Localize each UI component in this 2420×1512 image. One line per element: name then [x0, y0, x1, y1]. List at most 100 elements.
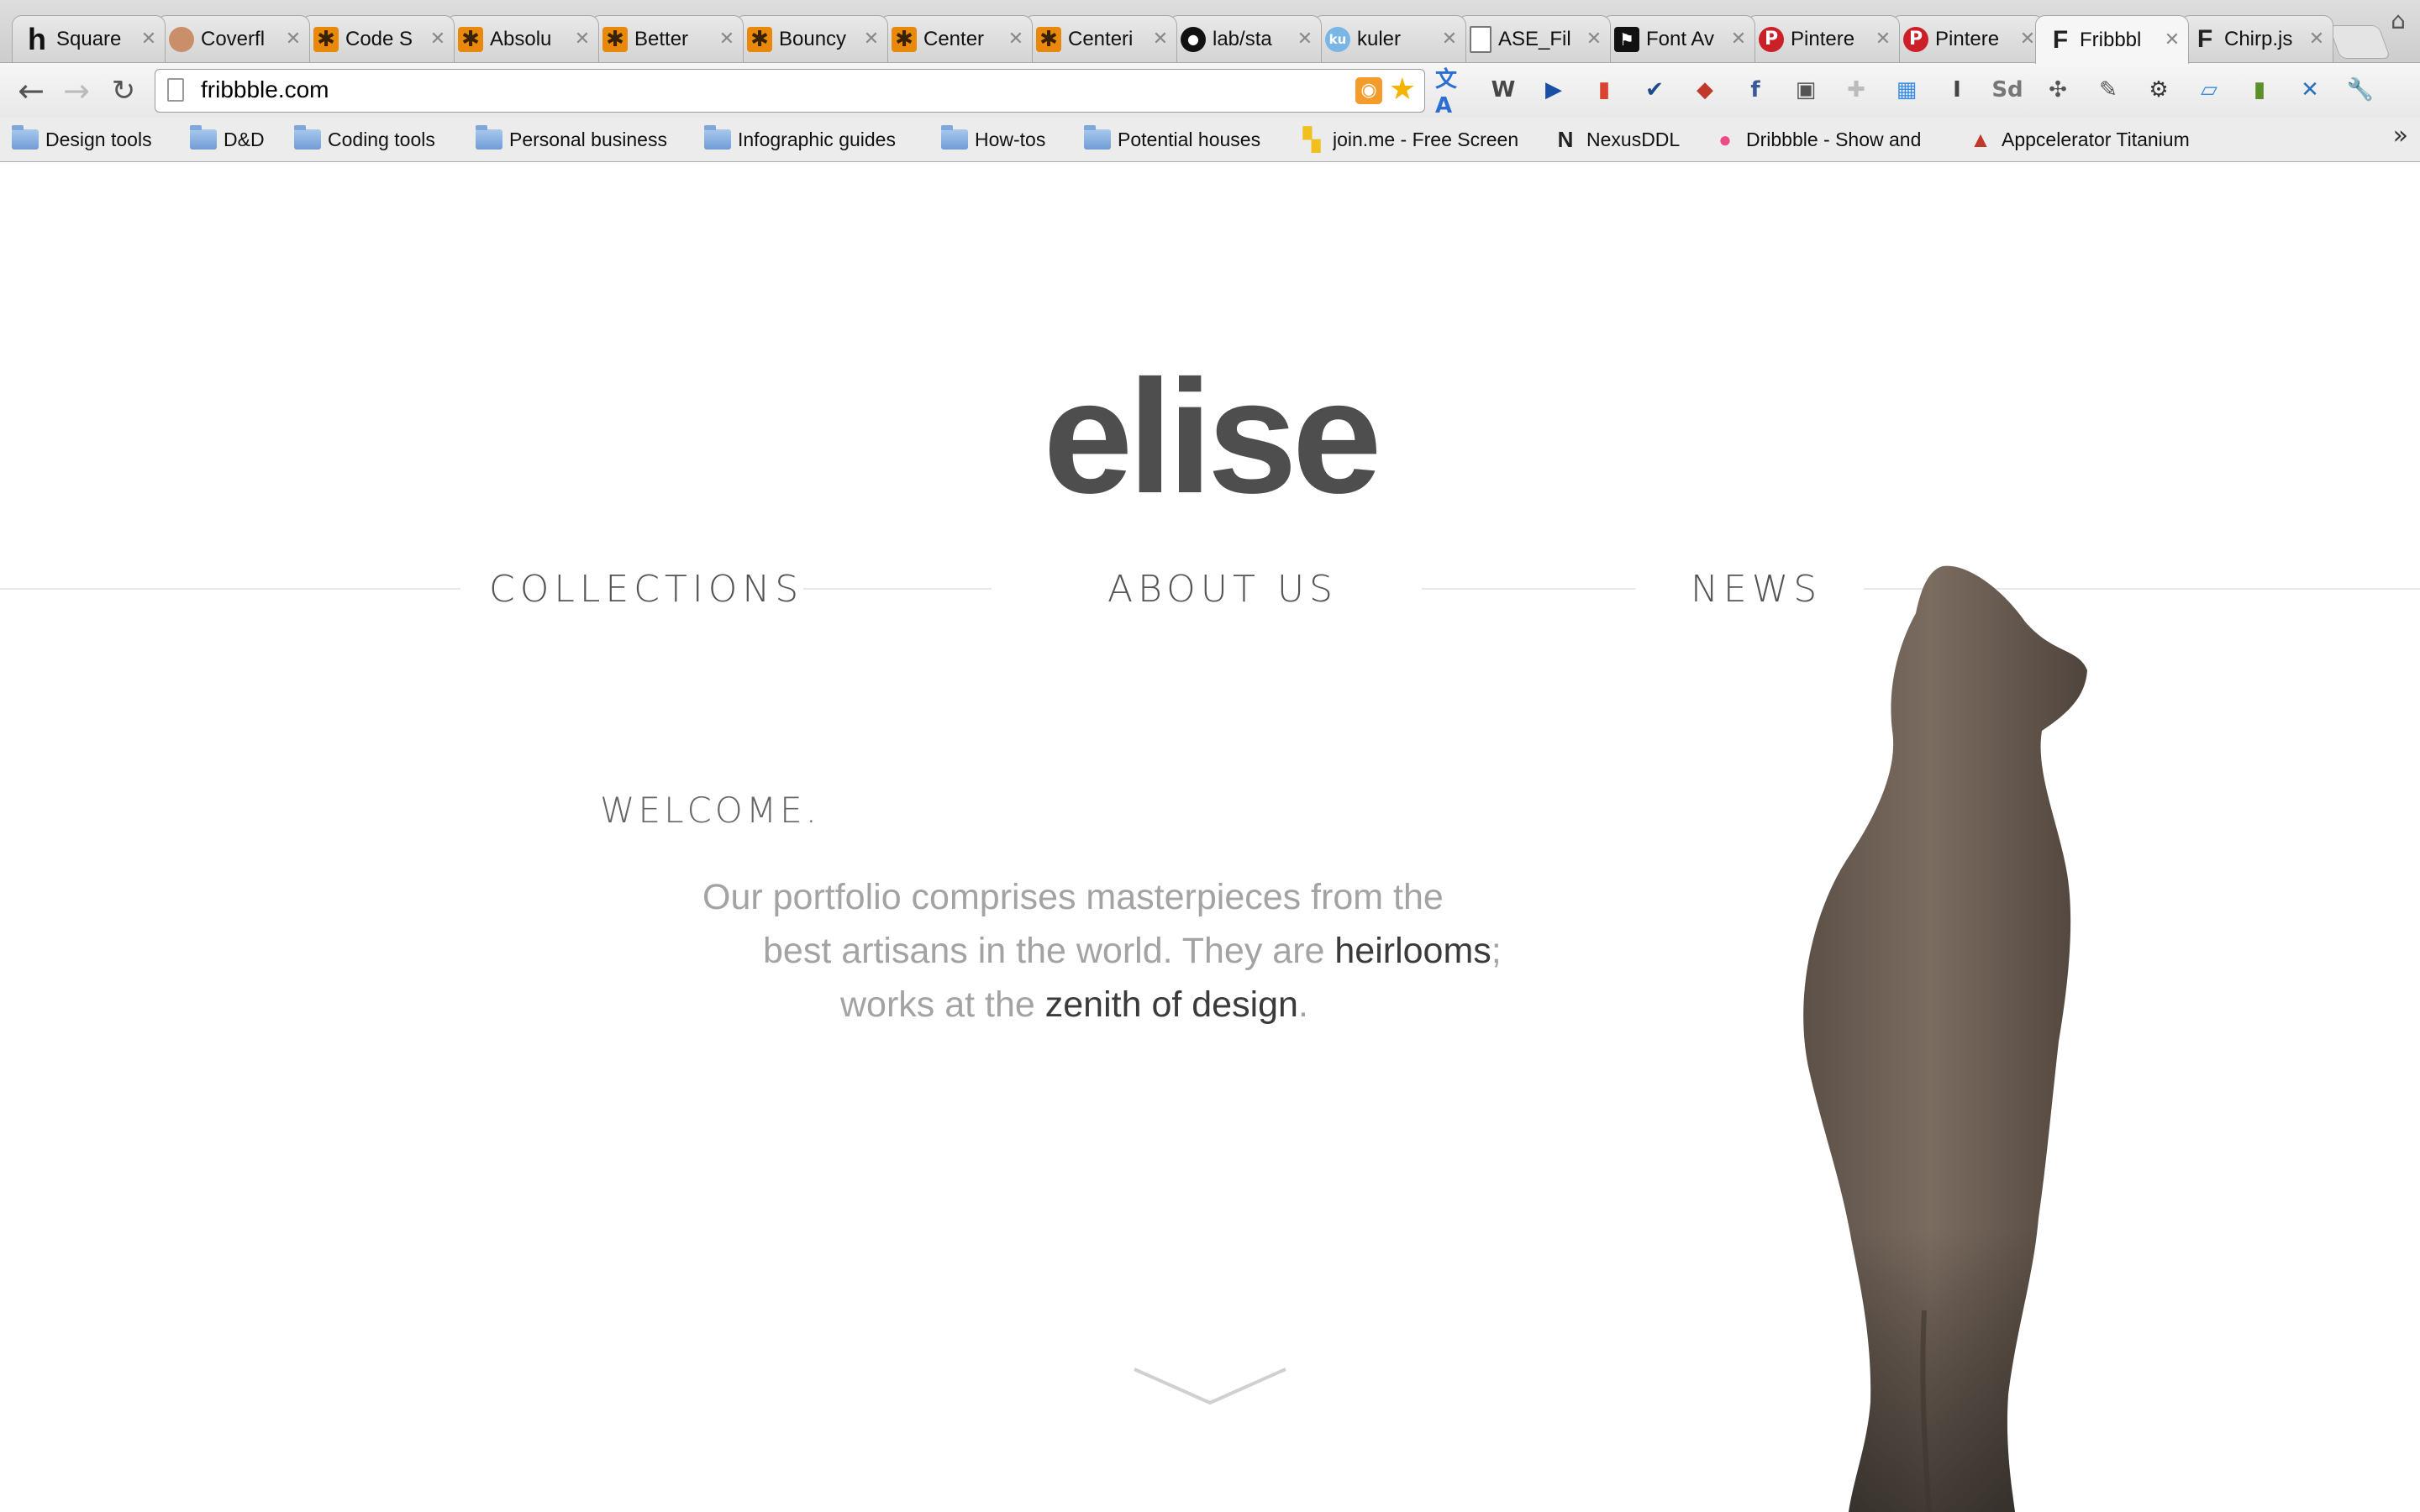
new-tab-button[interactable] — [2328, 25, 2391, 59]
intro-line-2: best artisans in the world. They are hei… — [763, 931, 1502, 972]
tab-label: kuler — [1357, 27, 1402, 50]
intro-text: best artisans in the world. They are — [763, 931, 1335, 971]
reload-icon[interactable]: ↻ — [103, 70, 145, 112]
site-logo[interactable]: elise — [0, 344, 2420, 529]
tab[interactable]: h Square ✕ — [12, 15, 166, 62]
tab-close-icon[interactable]: ✕ — [2307, 29, 2326, 50]
battery-icon[interactable]: ▮ — [2242, 72, 2277, 108]
bug-icon[interactable]: ✣ — [2040, 72, 2075, 108]
tab[interactable]: F Chirp.js ✕ — [2180, 15, 2333, 62]
forward-arrow-icon[interactable]: → — [55, 70, 97, 112]
tab-close-icon[interactable]: ✕ — [1585, 29, 1603, 50]
tab[interactable]: ● lab/sta ✕ — [1168, 15, 1322, 62]
tab-close-icon[interactable]: ✕ — [573, 29, 592, 50]
rss-icon[interactable]: ◉ — [1355, 77, 1382, 104]
calendar-icon[interactable]: ▦ — [1889, 72, 1924, 108]
window-profile-icon[interactable]: ⌂ — [2383, 7, 2413, 37]
disabled-plus-icon[interactable]: ✚ — [1839, 72, 1874, 108]
bookmark-red-icon[interactable]: ▮ — [1586, 72, 1622, 108]
tab[interactable]: ✱ Code S ✕ — [301, 15, 455, 62]
tab-close-icon[interactable]: ✕ — [2018, 29, 2037, 50]
chevron-double-right-icon[interactable]: » — [2393, 121, 2408, 150]
bookmark-item[interactable]: ▚ join.me - Free Screen — [1299, 124, 1518, 155]
tab-label: Center — [923, 27, 985, 50]
tab-close-icon[interactable]: ✕ — [2163, 29, 2181, 50]
nav-collections-link[interactable]: COLLECTIONS — [489, 564, 803, 615]
tab[interactable]: F Fribbbl ✕ — [2035, 15, 2189, 64]
address-url[interactable]: fribbble.com — [201, 76, 329, 103]
tab-close-icon[interactable]: ✕ — [1296, 29, 1314, 50]
address-bar[interactable]: fribbble.com ◉ ★ — [155, 69, 1425, 113]
bookmark-item[interactable]: How-tos — [941, 124, 1045, 155]
tab-label: Font Av — [1646, 27, 1714, 50]
asterisk-star-icon: ✱ — [747, 26, 772, 52]
asterisk-star-icon: ✱ — [1036, 26, 1061, 52]
eyedropper-icon[interactable]: ✎ — [2091, 72, 2126, 108]
couch-icon[interactable]: ◆ — [1687, 72, 1723, 108]
tab-close-icon[interactable]: ✕ — [718, 29, 736, 50]
bookmark-label: Coding tools — [328, 128, 435, 150]
bookmark-label: join.me - Free Screen — [1333, 128, 1519, 150]
sd-badge-icon[interactable]: Sd — [1990, 72, 2025, 108]
bookmark-label: D&D — [224, 128, 265, 150]
bookmark-item[interactable]: N NexusDDL — [1553, 124, 1681, 155]
sculpture-figure-image — [1803, 565, 2087, 1512]
back-arrow-icon[interactable]: ← — [10, 70, 52, 112]
text-box-icon[interactable]: I — [1939, 72, 1975, 108]
bookmark-item[interactable]: Potential houses — [1084, 124, 1260, 155]
tab-close-icon[interactable]: ✕ — [1874, 29, 1892, 50]
tab-close-icon[interactable]: ✕ — [284, 29, 302, 50]
ruler-icon[interactable]: ▱ — [2191, 72, 2227, 108]
bookmark-item[interactable]: Coding tools — [294, 124, 435, 155]
bookmark-item[interactable]: Infographic guides — [704, 124, 896, 155]
gear-icon[interactable]: ⚙ — [2141, 72, 2176, 108]
bookmark-item[interactable]: D&D — [190, 124, 265, 155]
tab[interactable]: ✱ Better ✕ — [590, 15, 744, 62]
tab-close-icon[interactable]: ✕ — [1729, 29, 1748, 50]
nav-divider-line — [1422, 588, 1635, 590]
tab[interactable]: ku kuler ✕ — [1313, 15, 1466, 62]
tab-close-icon[interactable]: ✕ — [1151, 29, 1170, 50]
intro-text: Our portfolio comprises masterpieces fro… — [702, 877, 1444, 917]
tab-close-icon[interactable]: ✕ — [1440, 29, 1459, 50]
bookmark-item[interactable]: Design tools — [12, 124, 152, 155]
tab[interactable]: P Pintere ✕ — [1746, 15, 1900, 62]
folder-icon — [476, 125, 502, 150]
checkbox-icon[interactable]: ✔ — [1637, 72, 1672, 108]
nav-about-us-link[interactable]: ABOUT US — [1107, 564, 1338, 615]
facebook-icon[interactable]: f — [1738, 72, 1773, 108]
tab[interactable]: ASE_Fil ✕ — [1457, 15, 1611, 62]
bookmark-star-icon[interactable]: ★ — [1389, 72, 1416, 107]
tab[interactable]: ⚑ Font Av ✕ — [1602, 15, 1755, 62]
bookmark-label: Dribbble - Show and — [1746, 128, 1922, 150]
tab[interactable]: ✱ Absolu ✕ — [445, 15, 599, 62]
tab-close-icon[interactable]: ✕ — [429, 29, 447, 50]
f-letter-icon: F — [2196, 24, 2213, 53]
close-box-icon[interactable]: ✕ — [2292, 72, 2328, 108]
tab[interactable]: Coverfl ✕ — [156, 15, 310, 62]
tab[interactable]: P Pintere ✕ — [1891, 15, 2044, 62]
folder-icon — [190, 125, 217, 150]
tab-close-icon[interactable]: ✕ — [862, 29, 881, 50]
bookmark-item[interactable]: Personal business — [476, 124, 667, 155]
asterisk-star-icon: ✱ — [313, 26, 339, 52]
folder-icon — [1084, 125, 1111, 150]
bookmark-item[interactable]: ● Dribbble - Show and — [1712, 124, 1921, 155]
tab-label: Better — [634, 27, 689, 50]
wrench-icon[interactable]: 🔧 — [2343, 72, 2378, 108]
evernote-icon[interactable]: ▣ — [1788, 72, 1823, 108]
bookmark-item[interactable]: ▲ Appcelerator Titanium — [1968, 124, 2190, 155]
tab[interactable]: ✱ Bouncy ✕ — [734, 15, 888, 62]
tab[interactable]: ✱ Centeri ✕ — [1023, 15, 1177, 62]
translate-icon[interactable]: 文A — [1435, 67, 1470, 118]
tab-close-icon[interactable]: ✕ — [1007, 29, 1025, 50]
play-circle-icon[interactable]: ▶ — [1536, 72, 1571, 108]
scroll-down-chevron-icon[interactable] — [1133, 1366, 1287, 1406]
github-icon: ● — [1181, 26, 1206, 52]
asterisk-star-icon: ✱ — [602, 26, 628, 52]
tab[interactable]: ✱ Center ✕ — [879, 15, 1033, 62]
page-icon — [167, 78, 184, 102]
wordpress-icon[interactable]: W — [1486, 72, 1521, 108]
tab-label: Code S — [345, 27, 413, 50]
tab-close-icon[interactable]: ✕ — [139, 29, 158, 50]
